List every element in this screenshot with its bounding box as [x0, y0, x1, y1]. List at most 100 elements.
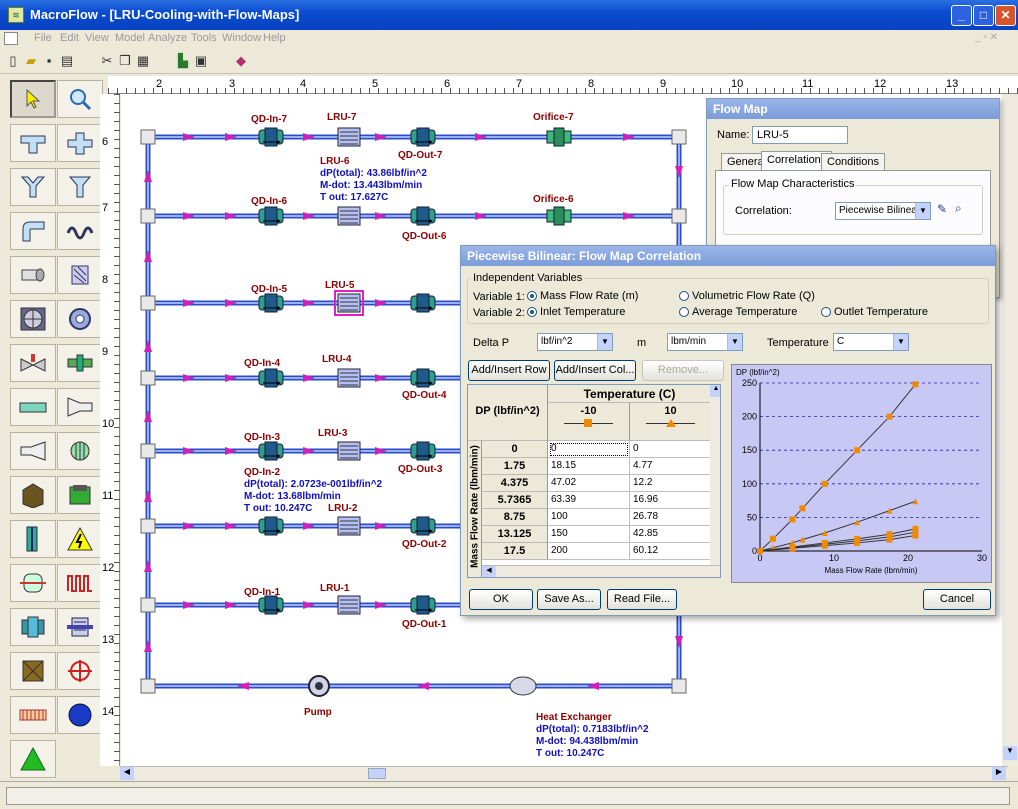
loop-icon[interactable]: [57, 652, 103, 690]
grid-cell[interactable]: 12.2: [630, 475, 712, 492]
scroll-right-arrow[interactable]: ▶: [992, 767, 1006, 780]
pb-dialog-title[interactable]: Piecewise Bilinear: Flow Map Correlation: [461, 246, 995, 266]
orifice-7-label[interactable]: Orifice-7: [533, 112, 574, 123]
ok-button[interactable]: OK: [469, 589, 533, 610]
grid-vscroll[interactable]: ▲: [710, 385, 720, 565]
read-file-button[interactable]: Read File...: [607, 589, 677, 610]
edit-correlation-icon[interactable]: ✎: [937, 202, 947, 216]
menu-file[interactable]: File: [34, 32, 52, 44]
flow-map-title[interactable]: Flow Map: [707, 99, 999, 119]
cancel-button[interactable]: Cancel: [923, 589, 991, 610]
print-icon[interactable]: ▤: [58, 52, 76, 69]
cut-icon[interactable]: ✂: [98, 52, 116, 69]
contraction-icon[interactable]: [57, 388, 103, 426]
pipe-end-icon[interactable]: [10, 256, 56, 294]
qd-out-6-label[interactable]: QD-Out-6: [402, 231, 446, 242]
menu-tools[interactable]: Tools: [191, 32, 217, 44]
grid-cell[interactable]: 16.96: [630, 492, 712, 509]
chevron-down-icon[interactable]: ▼: [597, 334, 612, 350]
grid-cell[interactable]: 100: [548, 509, 630, 526]
correlation-select[interactable]: Piecewise Bilinear ▼: [835, 202, 931, 220]
remove-button[interactable]: Remove...: [642, 360, 724, 381]
angled-wye-icon[interactable]: [57, 168, 103, 206]
select-tool-icon[interactable]: [10, 80, 56, 118]
tab-conditions[interactable]: Conditions: [821, 153, 885, 171]
copy-icon[interactable]: ❐: [116, 52, 134, 69]
var1-mass-flow-radio[interactable]: Mass Flow Rate (m): [527, 290, 638, 302]
wye-junction-icon[interactable]: [10, 168, 56, 206]
lru-3-label[interactable]: LRU-3: [318, 428, 347, 439]
menu-help[interactable]: Help: [263, 32, 286, 44]
grid-hscroll[interactable]: ◀: [482, 565, 720, 577]
var1-volumetric-flow-radio[interactable]: Volumetric Flow Rate (Q): [679, 290, 815, 302]
grid-cell[interactable]: 60.12: [630, 543, 712, 560]
grid-cell[interactable]: 4.77: [630, 458, 712, 475]
tee-junction-icon[interactable]: [10, 124, 56, 162]
qd-in-5-label[interactable]: QD-In-5: [251, 284, 287, 295]
heat-exchanger-label[interactable]: Heat Exchanger: [536, 712, 612, 723]
grid-cell[interactable]: 47.02: [548, 475, 630, 492]
menu-model[interactable]: Model: [115, 32, 145, 44]
mass-flow-unit-select[interactable]: lbm/min ▼: [667, 333, 743, 351]
heat-sink-icon[interactable]: [10, 476, 56, 514]
scroll-left-arrow[interactable]: ◀: [120, 767, 134, 780]
paste-icon[interactable]: ▦: [134, 52, 152, 69]
lru-6-label[interactable]: LRU-6: [320, 156, 349, 167]
correlation-grid[interactable]: DP (lbf/in^2) Temperature (C) -10 10 Mas…: [467, 384, 721, 578]
filter-icon[interactable]: [57, 256, 103, 294]
heat-source-icon[interactable]: [10, 520, 56, 558]
add-col-button[interactable]: Add/Insert Col...: [554, 360, 636, 381]
grid-cell[interactable]: 26.78: [630, 509, 712, 526]
chevron-down-icon[interactable]: ▼: [893, 334, 908, 350]
accumulator-icon[interactable]: [10, 652, 56, 690]
delta-p-unit-select[interactable]: lbf/in^2 ▼: [537, 333, 613, 351]
orifice-tool-icon[interactable]: [57, 344, 103, 382]
chiller-icon[interactable]: [10, 608, 56, 646]
var2-average-temp-radio[interactable]: Average Temperature: [679, 306, 797, 318]
duct-icon[interactable]: [10, 388, 56, 426]
qd-in-6-label[interactable]: QD-In-6: [251, 196, 287, 207]
qd-out-4-label[interactable]: QD-Out-4: [402, 390, 446, 401]
add-row-button[interactable]: Add/Insert Row: [468, 360, 550, 381]
var2-inlet-temp-radio[interactable]: Inlet Temperature: [527, 306, 625, 318]
open-file-icon[interactable]: ▰: [22, 52, 40, 69]
qd-out-2-label[interactable]: QD-Out-2: [402, 539, 446, 550]
horizontal-scrollbar[interactable]: ◀ ▶: [120, 766, 1008, 780]
grid-cell[interactable]: 150: [548, 526, 630, 543]
grid-cell[interactable]: 63.39: [548, 492, 630, 509]
vertical-scrollbar[interactable]: ▼: [1002, 94, 1018, 766]
elbow-icon[interactable]: [10, 212, 56, 250]
menu-view[interactable]: View: [85, 32, 109, 44]
save-as-button[interactable]: Save As...: [537, 589, 601, 610]
menu-edit[interactable]: Edit: [60, 32, 79, 44]
pump-tool-icon[interactable]: [57, 300, 103, 338]
var2-outlet-temp-radio[interactable]: Outlet Temperature: [821, 306, 928, 318]
maximize-button[interactable]: □: [973, 5, 994, 26]
temperature-unit-select[interactable]: C ▼: [833, 333, 909, 351]
grid-cell[interactable]: 0: [630, 441, 712, 458]
scroll-thumb[interactable]: [368, 768, 386, 779]
lru-5-label[interactable]: LRU-5: [325, 280, 354, 291]
radiator-icon[interactable]: [57, 564, 103, 602]
orifice-6-label[interactable]: Orifice-6: [533, 194, 574, 205]
menu-window[interactable]: Window: [222, 32, 261, 44]
fan-icon[interactable]: [10, 300, 56, 338]
pump-label[interactable]: Pump: [304, 707, 332, 718]
cone-icon[interactable]: [10, 740, 56, 778]
chevron-down-icon[interactable]: ▼: [915, 203, 930, 219]
view-correlation-icon[interactable]: ⌕: [955, 201, 962, 216]
save-icon[interactable]: ▪: [40, 52, 58, 69]
scroll-down-arrow[interactable]: ▼: [1003, 746, 1017, 760]
qd-in-2-label[interactable]: QD-In-2: [244, 467, 280, 478]
qd-in-1-label[interactable]: QD-In-1: [244, 587, 280, 598]
grid-cell[interactable]: 200: [548, 543, 630, 560]
cross-junction-icon[interactable]: [57, 124, 103, 162]
zoom-tool-icon[interactable]: [57, 80, 103, 118]
minimize-button[interactable]: _: [951, 5, 972, 26]
qd-in-7-label[interactable]: QD-In-7: [251, 114, 287, 125]
heat-exchanger-tool-icon[interactable]: [10, 564, 56, 602]
qd-out-3-label[interactable]: QD-Out-3: [398, 464, 442, 475]
lru-7-label[interactable]: LRU-7: [327, 112, 356, 123]
eraser-icon[interactable]: ◆: [232, 52, 250, 69]
valve-icon[interactable]: [10, 344, 56, 382]
